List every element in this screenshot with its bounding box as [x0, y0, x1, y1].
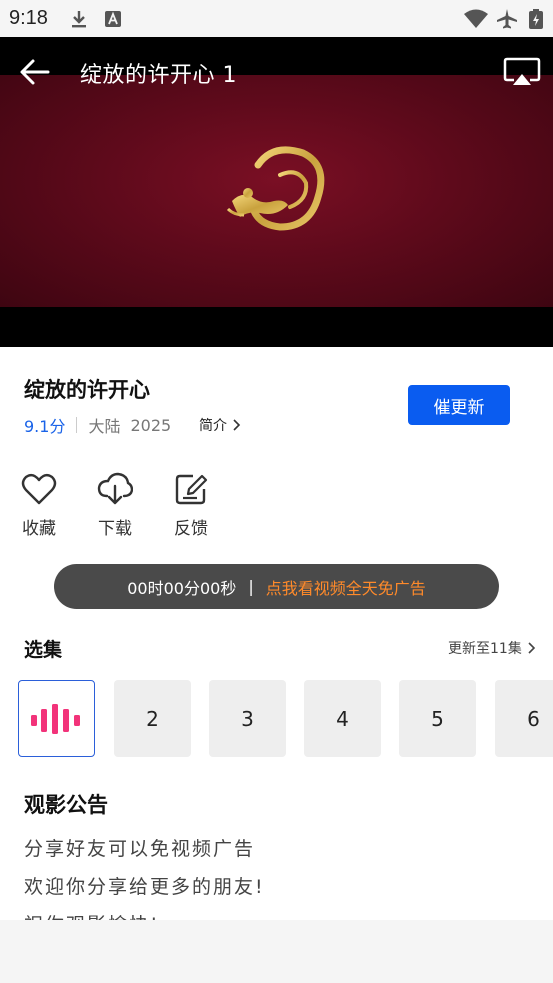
notice-heading: 观影公告: [24, 793, 108, 817]
episode-item-1[interactable]: [18, 680, 95, 757]
download-icon: [72, 11, 86, 28]
episode-item-2[interactable]: 2: [114, 680, 191, 757]
ad-free-banner[interactable]: 00时00分00秒 | 点我看视频全天免广告: [54, 564, 499, 609]
battery-charging-icon: [529, 9, 543, 29]
notice-line: 欢迎你分享给更多的朋友!: [24, 876, 265, 898]
edit-feedback-icon: [175, 474, 208, 505]
episode-item-4[interactable]: 4: [304, 680, 381, 757]
favorite-label: 收藏: [22, 519, 56, 539]
region: 大陆: [88, 417, 121, 436]
episode-item-3[interactable]: 3: [209, 680, 286, 757]
cloud-download-icon: [97, 472, 133, 505]
status-bar: 9:18: [0, 0, 553, 37]
episode-item-6[interactable]: 6: [495, 680, 553, 757]
request-update-button[interactable]: 催更新: [408, 385, 510, 425]
video-title: 绽放的许开心 1: [80, 63, 237, 88]
favorite-button[interactable]: 收藏: [14, 472, 64, 539]
year: 2025: [130, 415, 172, 435]
watch-video-ad-free-link[interactable]: 点我看视频全天免广告: [266, 575, 426, 599]
ad-divider: |: [248, 577, 254, 596]
status-time: 9:18: [9, 7, 48, 29]
playing-bars-icon: [30, 703, 80, 734]
chevron-right-icon: [528, 642, 535, 654]
airplane-icon: [497, 9, 517, 29]
episodes-heading: 选集: [24, 639, 63, 661]
intro-link[interactable]: 简介: [199, 415, 241, 435]
download-label: 下载: [98, 519, 132, 539]
golden-flying-goddess-logo: [226, 146, 325, 231]
heart-icon: [21, 473, 57, 505]
feedback-button[interactable]: 反馈: [166, 472, 216, 539]
feedback-label: 反馈: [174, 519, 208, 539]
bottom-panel: [0, 920, 553, 983]
notice-line: 分享好友可以免视频广告: [24, 838, 256, 860]
notice-line: 祝你观影愉快!: [24, 906, 524, 920]
chevron-right-icon: [233, 419, 241, 431]
episodes-update-status: 更新至11集: [448, 641, 522, 657]
video-player[interactable]: 绽放的许开心 1: [0, 37, 553, 347]
show-title: 绽放的许开心: [24, 378, 150, 402]
episode-list[interactable]: 2 3 4 5 6: [18, 680, 553, 758]
episode-item-5[interactable]: 5: [399, 680, 476, 757]
notice-body: 分享好友可以免视频广告 欢迎你分享给更多的朋友! 祝你观影愉快!: [24, 830, 524, 920]
airplay-cast-icon[interactable]: [503, 56, 541, 88]
text-a-icon: [105, 11, 121, 27]
wifi-icon: [464, 9, 488, 28]
download-button[interactable]: 下载: [90, 472, 140, 539]
episodes-update-link[interactable]: 更新至11集: [448, 638, 536, 658]
show-meta: 9.1分 大陆 2025: [24, 413, 171, 437]
back-arrow-icon[interactable]: [18, 57, 52, 87]
intro-label: 简介: [199, 418, 227, 434]
meta-divider: [76, 417, 78, 433]
ad-free-timer: 00时00分00秒: [127, 578, 237, 598]
video-frame[interactable]: [0, 75, 553, 307]
score: 9.1分: [24, 417, 66, 436]
